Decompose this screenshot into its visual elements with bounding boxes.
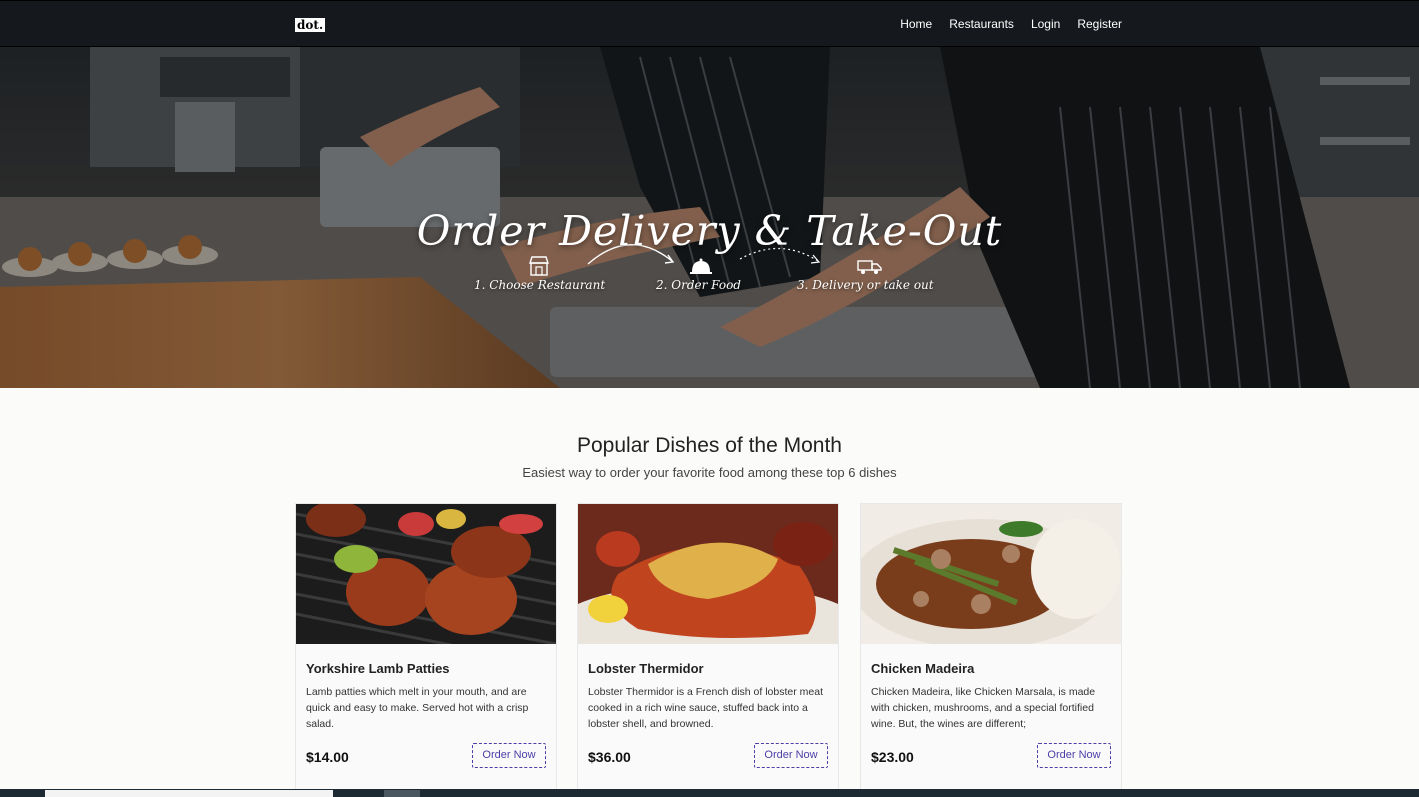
order-now-button[interactable]: Order Now: [754, 743, 828, 768]
dish-image-lobster-thermidor: [578, 504, 838, 644]
delivery-truck-icon: [857, 260, 882, 274]
dish-description: Chicken Madeira, like Chicken Marsala, i…: [871, 686, 1096, 730]
dish-image-chicken-madeira: [861, 504, 1121, 644]
nav-links: Home Restaurants Login Register: [900, 17, 1122, 31]
hero-title: Order Delivery & Take-Out: [416, 207, 1003, 255]
dish-price: $14.00: [306, 749, 349, 765]
os-taskbar: [0, 789, 1419, 797]
popular-dishes-subtitle: Easiest way to order your favorite food …: [522, 465, 897, 480]
dish-description: Lamb patties which melt in your mouth, a…: [306, 686, 529, 730]
nav-link-home[interactable]: Home: [900, 17, 932, 31]
dish-price: $36.00: [588, 749, 631, 765]
nav-link-login[interactable]: Login: [1031, 17, 1060, 31]
dish-card: Lobster Thermidor Lobster Thermidor is a…: [577, 503, 839, 797]
dish-image-lamb-patties: [296, 504, 556, 644]
dish-name: Yorkshire Lamb Patties: [306, 661, 450, 676]
dish-price: $23.00: [871, 749, 914, 765]
dish-name: Lobster Thermidor: [588, 661, 704, 676]
taskbar-app[interactable]: [384, 790, 420, 797]
step-delivery: 3. Delivery or take out: [797, 278, 934, 292]
cloche-icon: [690, 258, 712, 274]
hero-banner: Order Delivery & Take-Out 1. Choose Rest…: [0, 47, 1419, 388]
order-now-button[interactable]: Order Now: [472, 743, 546, 768]
step-order-food: 2. Order Food: [656, 278, 741, 292]
dish-card: Yorkshire Lamb Patties Lamb patties whic…: [295, 503, 557, 797]
order-now-button[interactable]: Order Now: [1037, 743, 1111, 768]
site-logo[interactable]: dot.: [295, 18, 326, 32]
top-navbar: dot. Home Restaurants Login Register: [0, 0, 1419, 47]
dish-description: Lobster Thermidor is a French dish of lo…: [588, 686, 823, 730]
taskbar-search[interactable]: [45, 790, 333, 797]
nav-link-restaurants[interactable]: Restaurants: [949, 17, 1014, 31]
nav-link-register[interactable]: Register: [1077, 17, 1122, 31]
step-choose-restaurant: 1. Choose Restaurant: [474, 278, 606, 292]
dish-card: Chicken Madeira Chicken Madeira, like Ch…: [860, 503, 1122, 797]
dish-name: Chicken Madeira: [871, 661, 975, 676]
popular-dishes-title: Popular Dishes of the Month: [577, 434, 842, 457]
storefront-icon: [529, 256, 549, 276]
